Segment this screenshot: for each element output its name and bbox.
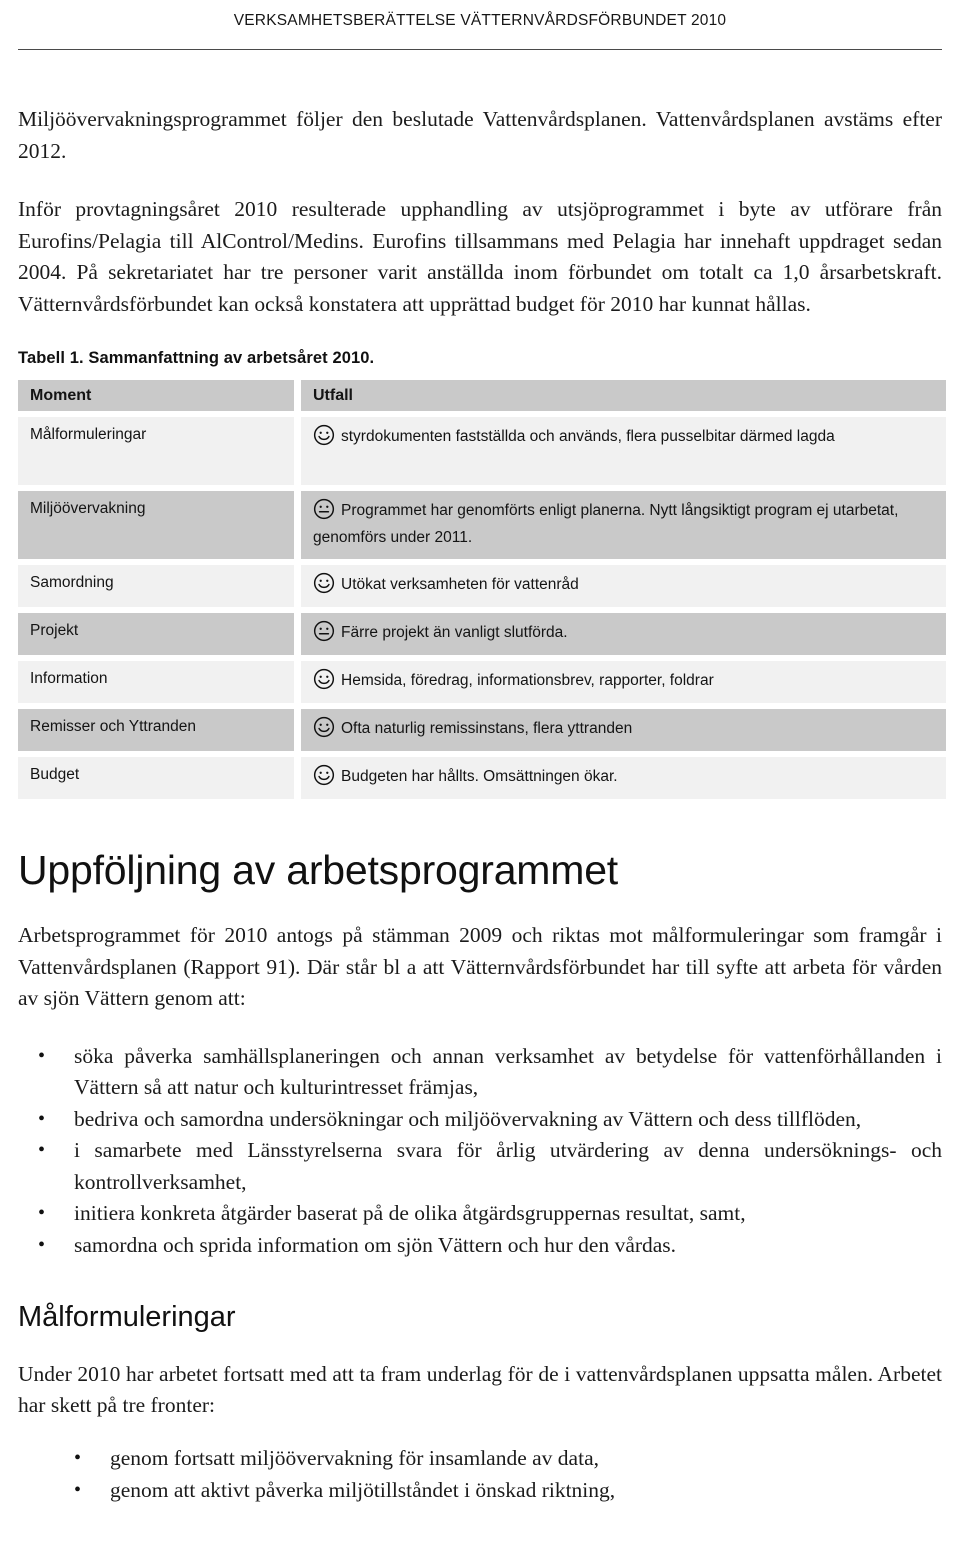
summary-table: Moment Målformuleringar Miljöövervakning… bbox=[18, 380, 946, 799]
smiley-neutral-icon bbox=[313, 498, 335, 520]
utfall-content: Programmet har genomförts enligt planern… bbox=[313, 497, 936, 551]
intro-paragraph-1: Miljöövervakningsprogrammet följer den b… bbox=[18, 107, 942, 163]
utfall-text: Ofta naturlig remissinstans, flera yttra… bbox=[341, 720, 633, 737]
uppfoljning-bullet-list: söka påverka samhällsplaneringen och ann… bbox=[18, 1041, 942, 1262]
table-row: Budgeten har hållts. Omsättningen ökar. bbox=[301, 757, 946, 799]
header-divider bbox=[18, 49, 942, 50]
table-row: Målformuleringar bbox=[18, 417, 294, 485]
smiley-neutral-icon bbox=[313, 620, 335, 642]
utfall-content: Budgeten har hållts. Omsättningen ökar. bbox=[313, 763, 618, 790]
utfall-text: Färre projekt än vanligt slutförda. bbox=[341, 624, 568, 641]
list-item: samordna och sprida information om sjön … bbox=[36, 1230, 942, 1262]
malformuleringar-bullet-list: genom fortsatt miljöövervakning för insa… bbox=[18, 1443, 942, 1506]
utfall-text: Budgeten har hållts. Omsättningen ökar. bbox=[341, 768, 618, 785]
smiley-happy-icon bbox=[313, 424, 335, 446]
moment-label: Projekt bbox=[30, 622, 79, 639]
table-row: Färre projekt än vanligt slutförda. bbox=[301, 613, 946, 655]
running-header: VERKSAMHETSBERÄTTELSE VÄTTERNVÅRDSFÖRBUN… bbox=[233, 12, 727, 29]
utfall-text: Utökat verksamheten för vattenråd bbox=[341, 576, 579, 593]
section-paragraph-uppfoljning: Arbetsprogrammet för 2010 antogs på stäm… bbox=[18, 923, 942, 1011]
table-header-moment-label: Moment bbox=[30, 386, 92, 404]
smiley-happy-icon bbox=[313, 764, 335, 786]
table-row: Programmet har genomförts enligt planern… bbox=[301, 491, 946, 559]
table-header-utfall: Utfall bbox=[301, 380, 946, 411]
smiley-happy-icon bbox=[313, 572, 335, 594]
utfall-content: Utökat verksamheten för vattenråd bbox=[313, 571, 579, 598]
table-column-moment: Moment Målformuleringar Miljöövervakning… bbox=[18, 380, 294, 799]
section-heading-malformuleringar: Målformuleringar bbox=[18, 1301, 236, 1334]
list-item: i samarbete med Länsstyrelserna svara fö… bbox=[36, 1135, 942, 1198]
utfall-text: Programmet har genomförts enligt planern… bbox=[313, 502, 899, 546]
utfall-content: styrdokumenten fastställda och används, … bbox=[313, 423, 835, 450]
list-item: genom att aktivt påverka miljötillstånde… bbox=[74, 1475, 942, 1507]
moment-label: Målformuleringar bbox=[30, 426, 147, 443]
table-row: Remisser och Yttranden bbox=[18, 709, 294, 751]
moment-label: Information bbox=[30, 670, 108, 687]
table-column-gutter bbox=[294, 380, 301, 799]
list-item: genom fortsatt miljöövervakning för insa… bbox=[74, 1443, 942, 1475]
intro-paragraph-2: Inför provtagningsåret 2010 resulterade … bbox=[18, 197, 942, 316]
list-item: initiera konkreta åtgärder baserat på de… bbox=[36, 1198, 942, 1230]
smiley-happy-icon bbox=[313, 668, 335, 690]
table-row: styrdokumenten fastställda och används, … bbox=[301, 417, 946, 485]
table-column-utfall: Utfall styrdokumenten fastställda och an… bbox=[301, 380, 946, 799]
table-row: Budget bbox=[18, 757, 294, 799]
moment-label: Miljöövervakning bbox=[30, 500, 146, 517]
table-row: Utökat verksamheten för vattenråd bbox=[301, 565, 946, 607]
section-paragraph-malformuleringar: Under 2010 har arbetet fortsatt med att … bbox=[18, 1361, 942, 1418]
moment-label: Samordning bbox=[30, 574, 114, 591]
table-row: Ofta naturlig remissinstans, flera yttra… bbox=[301, 709, 946, 751]
moment-label: Remisser och Yttranden bbox=[30, 718, 196, 735]
table-row: Samordning bbox=[18, 565, 294, 607]
utfall-content: Hemsida, föredrag, informationsbrev, rap… bbox=[313, 667, 714, 694]
moment-label: Budget bbox=[30, 766, 80, 783]
table-row: Projekt bbox=[18, 613, 294, 655]
utfall-content: Ofta naturlig remissinstans, flera yttra… bbox=[313, 715, 632, 742]
table-header-moment: Moment bbox=[18, 380, 294, 411]
table-header-utfall-label: Utfall bbox=[313, 386, 353, 404]
utfall-text: styrdokumenten fastställda och används, … bbox=[341, 428, 835, 445]
utfall-text: Hemsida, föredrag, informationsbrev, rap… bbox=[341, 672, 714, 689]
table-row: Miljöövervakning bbox=[18, 491, 294, 559]
utfall-content: Färre projekt än vanligt slutförda. bbox=[313, 619, 568, 646]
smiley-happy-icon bbox=[313, 716, 335, 738]
list-item: bedriva och samordna undersökningar och … bbox=[36, 1104, 942, 1136]
list-item: söka påverka samhällsplaneringen och ann… bbox=[36, 1041, 942, 1104]
table-row: Hemsida, föredrag, informationsbrev, rap… bbox=[301, 661, 946, 703]
section-heading-uppfoljning: Uppföljning av arbetsprogrammet bbox=[18, 847, 618, 893]
table-row: Information bbox=[18, 661, 294, 703]
table-caption: Tabell 1. Sammanfattning av arbetsåret 2… bbox=[18, 349, 375, 367]
document-page: VERKSAMHETSBERÄTTELSE VÄTTERNVÅRDSFÖRBUN… bbox=[0, 0, 960, 1542]
